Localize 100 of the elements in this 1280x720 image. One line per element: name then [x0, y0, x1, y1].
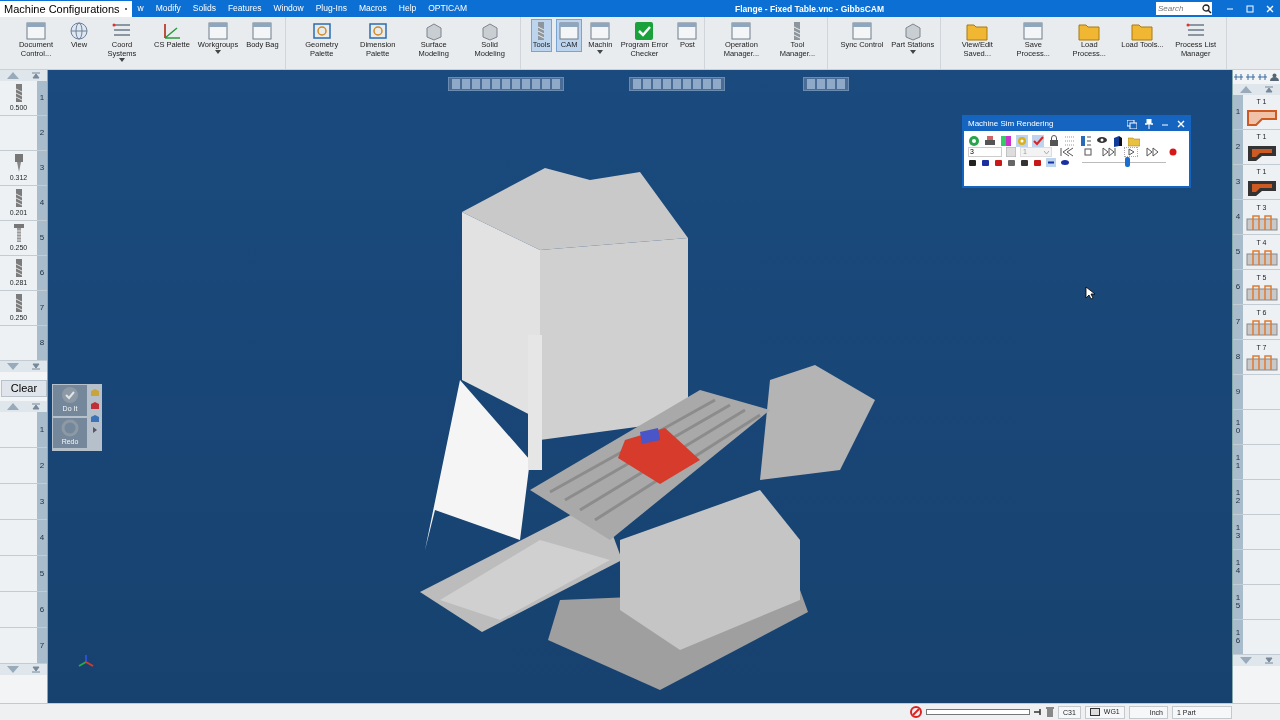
scroll-start-icon[interactable] [1265, 86, 1274, 93]
close-icon[interactable] [1177, 120, 1185, 128]
dialog-title: Machine Sim Rendering [968, 118, 1054, 130]
rewind-icon[interactable] [1060, 147, 1074, 157]
menu-item[interactable]: OPTICAM [422, 2, 473, 15]
scroll-end-icon[interactable] [32, 666, 41, 673]
folder-icon [1131, 21, 1154, 41]
scroll-end-icon[interactable] [1265, 657, 1274, 664]
eye-icon[interactable] [1060, 157, 1070, 167]
slot-number: 5 [37, 221, 47, 255]
globe-icon [68, 21, 90, 41]
redo-icon [61, 418, 79, 437]
slot-number: 10 [1233, 410, 1243, 444]
person-icon[interactable] [1269, 73, 1279, 81]
end-mill-icon [13, 187, 24, 208]
scroll-start-icon[interactable] [32, 72, 41, 79]
window-icon [676, 21, 699, 41]
caret-icon [215, 49, 221, 54]
frame-icon [310, 21, 333, 41]
scroll-up-icon[interactable] [6, 403, 19, 410]
slot-number: 16 [1233, 620, 1243, 654]
expand-icon[interactable] [93, 427, 97, 433]
menu-item[interactable]: w [131, 2, 150, 15]
machine-icon[interactable] [984, 135, 996, 147]
folder-icon [966, 21, 989, 41]
screw-icon [13, 222, 24, 243]
window-title: Flange - Fixed Table.vnc - GibbsCAM [735, 3, 885, 16]
folder-icon[interactable] [1128, 135, 1140, 147]
color-icon[interactable] [1000, 135, 1012, 147]
folder-icon [1078, 21, 1101, 41]
slot-number: 1 [37, 412, 47, 447]
scroll-down-icon[interactable] [6, 666, 19, 673]
lock-icon[interactable] [1048, 135, 1060, 147]
scroll-start-icon[interactable] [32, 403, 41, 410]
drill-icon [793, 21, 802, 41]
scroll-end-icon[interactable] [32, 363, 41, 370]
view-toolbar[interactable] [629, 77, 725, 91]
play-icon[interactable] [1124, 147, 1138, 157]
window-icon [589, 21, 612, 41]
list-icon[interactable] [1234, 73, 1244, 81]
scroll-up-icon[interactable] [6, 72, 19, 79]
slot-number: 4 [37, 520, 47, 555]
list-icon[interactable] [1246, 73, 1256, 81]
menu-item[interactable]: Modify [149, 2, 187, 15]
slot-icon [1245, 318, 1278, 336]
slot-number: 7 [37, 291, 47, 325]
frame-icon [366, 21, 389, 41]
scroll-down-icon[interactable] [1239, 657, 1252, 664]
menu-item[interactable]: Plug-Ins [309, 2, 353, 15]
windows-icon[interactable] [1127, 119, 1137, 129]
window-icon [730, 21, 753, 41]
menu-item[interactable]: Features [221, 2, 268, 15]
search-icon [1202, 3, 1212, 14]
check-icon [61, 386, 79, 404]
menu-item[interactable]: Window [267, 2, 310, 15]
slot-number: 7 [37, 628, 47, 663]
trash-icon[interactable] [1045, 707, 1054, 717]
slot-icon [1245, 283, 1278, 301]
scroll-up-icon[interactable] [1239, 86, 1252, 93]
window-icon [251, 21, 274, 41]
window-icon [1022, 21, 1045, 41]
maximize-icon[interactable] [1245, 4, 1255, 15]
cube-icon[interactable] [1112, 135, 1124, 147]
check-icon [633, 21, 656, 41]
search-box[interactable]: Search [1156, 2, 1212, 15]
slot-number: 11 [1233, 445, 1243, 479]
view-toolbar[interactable] [803, 77, 849, 91]
window-icon [558, 21, 581, 41]
fast-forward-icon[interactable] [1146, 147, 1160, 157]
slot-number: 1 [37, 81, 47, 115]
end-mill-icon [13, 82, 24, 103]
slot-icon [1245, 248, 1278, 266]
caret-icon [119, 58, 125, 62]
slot-number: 9 [1233, 375, 1243, 409]
slot-number: 3 [1233, 165, 1243, 199]
slot-number: 13 [1233, 515, 1243, 549]
list-icon[interactable] [1257, 73, 1267, 81]
menu-item[interactable]: Macros [352, 2, 393, 15]
clear-button[interactable]: Clear [1, 380, 47, 397]
close-icon[interactable] [1265, 4, 1275, 15]
caret-icon [123, 6, 128, 11]
end-mill-icon [13, 292, 24, 313]
refresh-icon[interactable] [968, 135, 980, 147]
menu-item[interactable]: Solids [186, 2, 222, 15]
slot-number: 8 [1233, 340, 1243, 374]
window-icon [25, 21, 47, 41]
record-icon[interactable] [1168, 147, 1178, 157]
slider-thumb[interactable] [1124, 157, 1130, 167]
scroll-down-icon[interactable] [6, 363, 19, 370]
stop-icon[interactable] [1082, 147, 1094, 157]
check-icon[interactable] [1032, 135, 1044, 147]
list-icon[interactable] [1080, 135, 1092, 147]
slot-number: 4 [1233, 200, 1243, 234]
workgroup-icon [1089, 708, 1100, 716]
view-toolbar[interactable] [448, 77, 564, 91]
end-mill-icon [13, 257, 24, 278]
speed-slider[interactable] [1082, 157, 1166, 167]
step-icon[interactable] [1102, 147, 1116, 157]
menu-item[interactable]: Help [392, 2, 423, 15]
caret-icon [597, 49, 604, 54]
